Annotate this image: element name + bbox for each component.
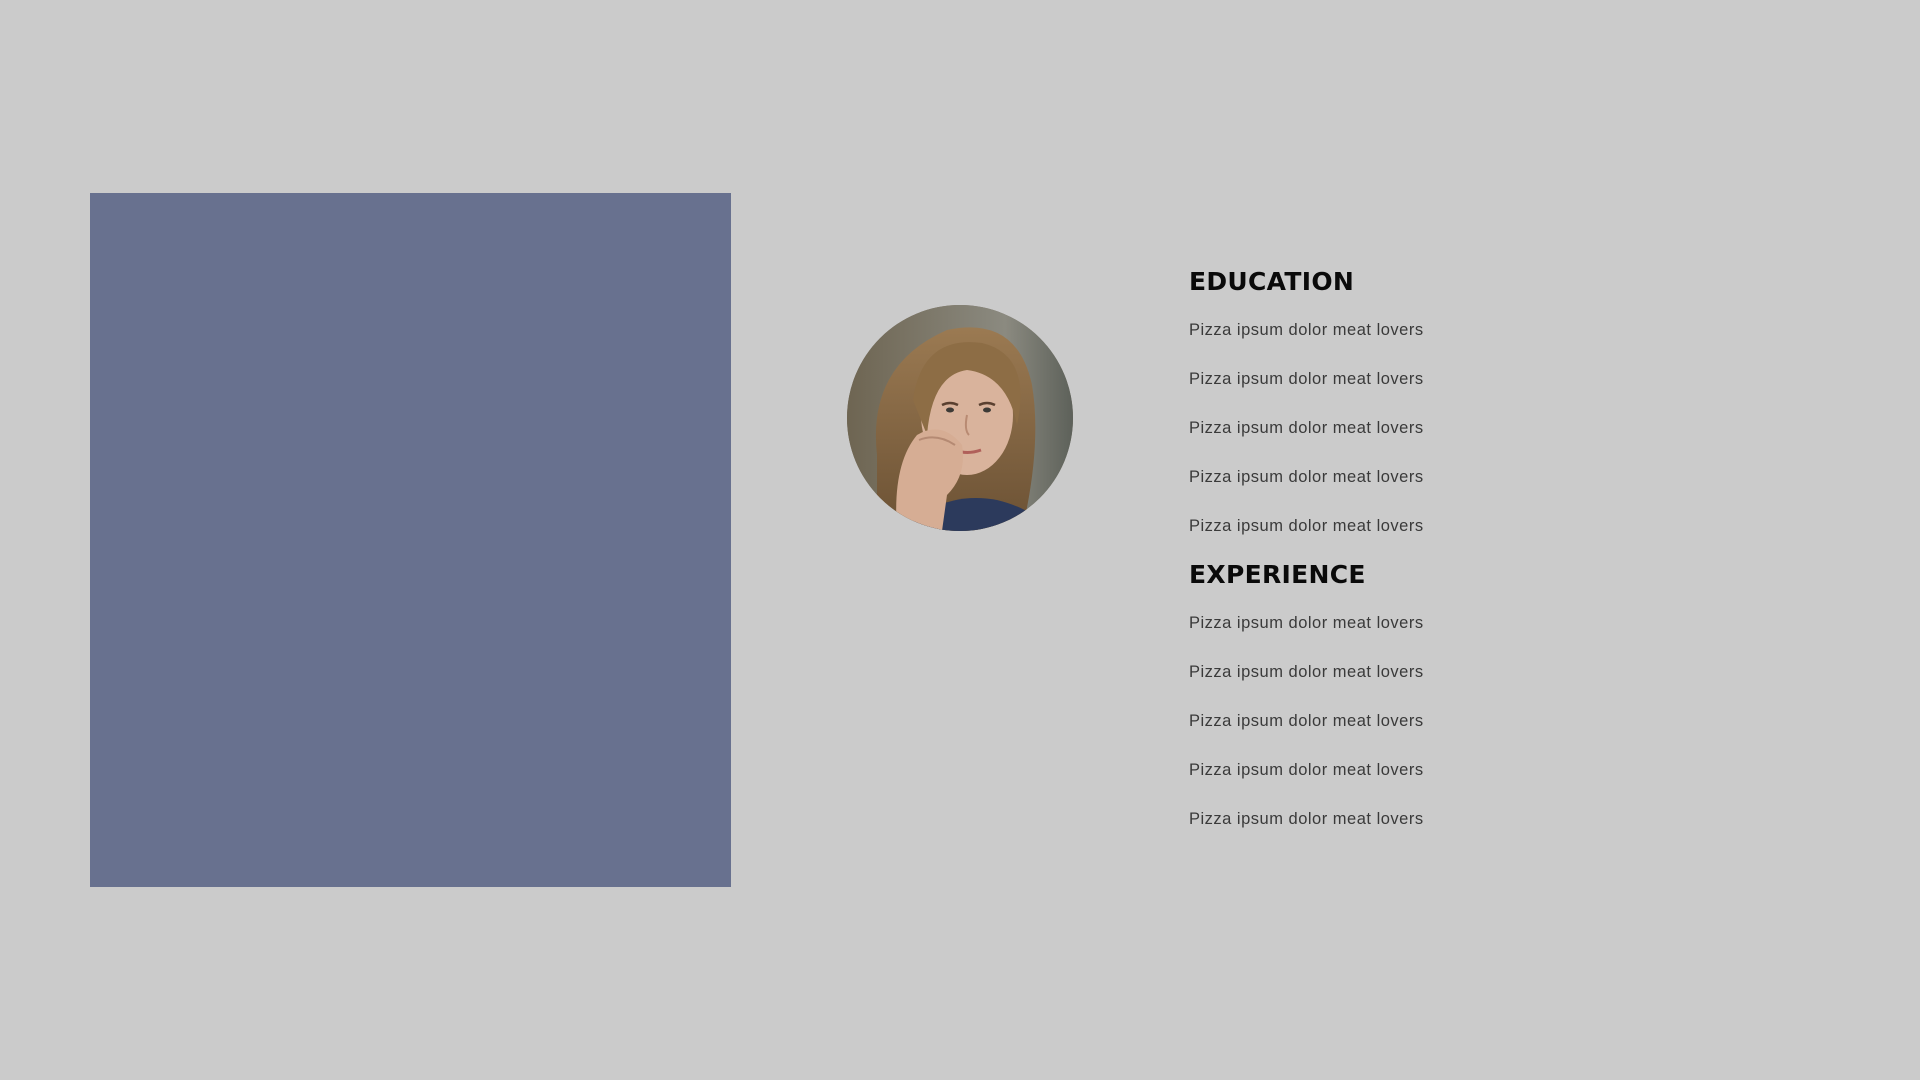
experience-item: Pizza ipsum dolor meat lovers (1189, 810, 1424, 828)
experience-section: EXPERIENCE Pizza ipsum dolor meat lovers… (1189, 555, 1749, 844)
resume-content: EDUCATION Pizza ipsum dolor meat lovers … (1189, 262, 1749, 844)
experience-item: Pizza ipsum dolor meat lovers (1189, 663, 1424, 681)
education-item: Pizza ipsum dolor meat lovers (1189, 419, 1424, 437)
experience-list: Pizza ipsum dolor meat lovers Pizza ipsu… (1189, 599, 1749, 844)
experience-item: Pizza ipsum dolor meat lovers (1189, 614, 1424, 632)
color-block-placeholder (90, 193, 731, 887)
portrait-photo (847, 305, 1073, 531)
experience-heading: EXPERIENCE (1189, 560, 1366, 589)
experience-item: Pizza ipsum dolor meat lovers (1189, 712, 1424, 730)
education-section: EDUCATION Pizza ipsum dolor meat lovers … (1189, 262, 1749, 551)
education-heading: EDUCATION (1189, 267, 1355, 296)
education-list: Pizza ipsum dolor meat lovers Pizza ipsu… (1189, 306, 1749, 551)
slide: EDUCATION Pizza ipsum dolor meat lovers … (0, 0, 1920, 1080)
education-item: Pizza ipsum dolor meat lovers (1189, 321, 1424, 339)
education-item: Pizza ipsum dolor meat lovers (1189, 517, 1424, 535)
experience-item: Pizza ipsum dolor meat lovers (1189, 761, 1424, 779)
education-item: Pizza ipsum dolor meat lovers (1189, 370, 1424, 388)
education-item: Pizza ipsum dolor meat lovers (1189, 468, 1424, 486)
portrait-illustration (847, 305, 1073, 531)
